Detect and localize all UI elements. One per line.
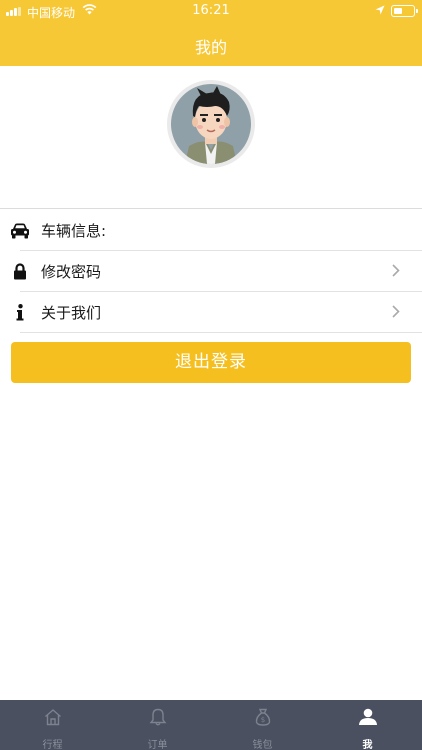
- tab-wallet[interactable]: $ 钱包: [210, 700, 315, 750]
- row-divider: [20, 332, 422, 333]
- chevron-right-icon: [392, 262, 400, 281]
- menu-item-vehicle-info[interactable]: 车辆信息:: [0, 210, 422, 251]
- lock-icon: [10, 262, 30, 282]
- tab-me[interactable]: 我: [315, 700, 420, 750]
- battery-icon: [391, 5, 418, 17]
- tab-label: 订单: [147, 740, 168, 750]
- menu-item-label: 关于我们: [41, 304, 102, 322]
- avatar[interactable]: [167, 80, 255, 168]
- tab-label: 我: [362, 740, 373, 750]
- avatar-icon: [171, 84, 251, 164]
- svg-text:$: $: [260, 716, 264, 724]
- location-arrow-icon: [375, 4, 385, 18]
- section-divider: [0, 208, 422, 209]
- menu-item-about-us[interactable]: 关于我们: [0, 292, 422, 333]
- info-icon: [10, 303, 30, 323]
- status-bar: 中国移动 16:21: [0, 0, 422, 22]
- money-bag-icon: $: [210, 708, 315, 726]
- tab-label: 钱包: [252, 740, 273, 750]
- header-bar: 中国移动 16:21 我的: [0, 0, 422, 66]
- logout-button[interactable]: 退出登录: [11, 342, 411, 383]
- bell-icon: [105, 708, 210, 726]
- tab-orders[interactable]: 订单: [105, 700, 210, 750]
- car-icon: [10, 221, 30, 241]
- tab-label: 行程: [42, 740, 63, 750]
- tab-bar: 行程 订单 $ 钱包 我: [0, 700, 422, 750]
- chevron-right-icon: [392, 303, 400, 322]
- menu-item-label: 车辆信息:: [41, 222, 107, 240]
- status-time: 16:21: [192, 3, 230, 18]
- home-icon: [0, 708, 105, 726]
- page-title: 我的: [194, 38, 227, 57]
- menu-item-change-password[interactable]: 修改密码: [0, 251, 422, 292]
- menu-item-label: 修改密码: [41, 263, 102, 281]
- person-icon: [315, 708, 420, 726]
- tab-trips[interactable]: 行程: [0, 700, 105, 750]
